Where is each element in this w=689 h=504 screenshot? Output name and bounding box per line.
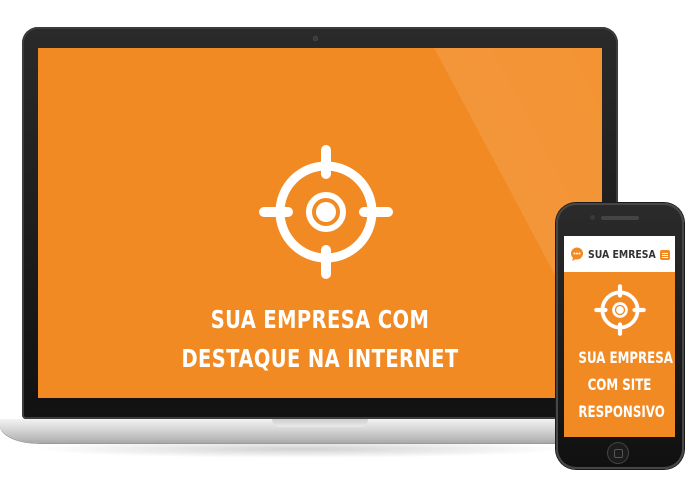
phone-camera (590, 215, 595, 220)
phone-speaker (601, 216, 639, 220)
chat-bubble-logo-icon (571, 247, 583, 261)
laptop-opening-notch (272, 419, 368, 427)
laptop-headline-line1: SUA EMPRESA COM (210, 305, 430, 334)
laptop-headline-line2: DESTAQUE NA INTERNET (181, 344, 459, 373)
phone-home-button (607, 442, 629, 464)
target-crosshair-icon (259, 145, 393, 279)
phone-site-header: SUA EMRESA (564, 236, 675, 272)
laptop-screen: SUA EMPRESA COM DESTAQUE NA INTERNET (38, 48, 602, 398)
phone-headline-line1: SUA EMPRESA (578, 348, 673, 367)
hamburger-menu-icon[interactable] (660, 250, 670, 260)
laptop-camera (313, 36, 318, 41)
phone-brand-name: SUA EMRESA (588, 248, 656, 261)
target-crosshair-icon (594, 284, 646, 336)
phone-headline-line2: COM SITE (587, 375, 652, 394)
device-mockup-scene: SUA EMPRESA COM DESTAQUE NA INTERNET SUA… (0, 0, 689, 504)
phone-headline-line3: RESPONSIVO (578, 402, 665, 421)
phone-screen: SUA EMRESA SUA EMPRESA COM SITE RESPONSI… (564, 236, 675, 437)
